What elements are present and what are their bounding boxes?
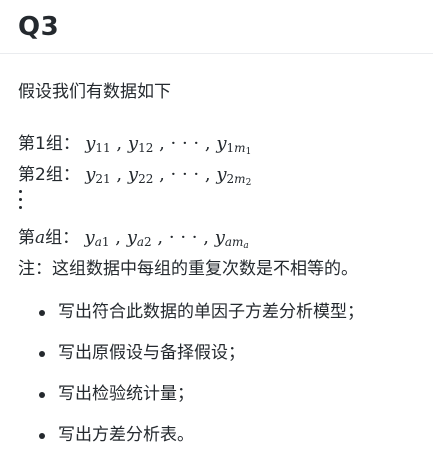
list-item: 写出方差分析表。 bbox=[0, 423, 364, 464]
group-row-a: 第a组： ya1 , ya2 , · · · , yama bbox=[18, 226, 249, 251]
list-item: 写出原假设与备择假设； bbox=[0, 341, 364, 382]
question-heading: Q3 bbox=[18, 12, 60, 42]
bullet-icon bbox=[39, 433, 45, 439]
group-label-1: 第1组： bbox=[18, 134, 80, 154]
task-list: 写出符合此数据的单因子方差分析模型； 写出原假设与备择假设； 写出检验统计量； … bbox=[0, 300, 364, 464]
group-row-2: 第2组： y21 , y22 , · · · , y2m2 bbox=[18, 163, 252, 188]
task-text-2: 写出原假设与备择假设； bbox=[58, 343, 245, 363]
group-label-a: 第a组： bbox=[18, 228, 80, 248]
list-item: 写出检验统计量； bbox=[0, 382, 364, 423]
vertical-ellipsis bbox=[18, 189, 24, 211]
bullet-icon bbox=[39, 351, 45, 357]
group-row-1: 第1组： y11 , y12 , · · · , y1m1 bbox=[18, 132, 252, 157]
group-values-2: y21 , y22 , · · · , y2m2 bbox=[85, 164, 252, 188]
group-values-1: y11 , y12 , · · · , y1m1 bbox=[85, 133, 252, 157]
list-item: 写出符合此数据的单因子方差分析模型； bbox=[0, 300, 364, 341]
task-text-4: 写出方差分析表。 bbox=[58, 425, 194, 445]
heading-divider bbox=[0, 53, 433, 54]
group-values-a: ya1 , ya2 , · · · , yama bbox=[84, 227, 249, 251]
task-text-3: 写出检验统计量； bbox=[58, 384, 194, 404]
note-text: 注：这组数据中每组的重复次数是不相等的。 bbox=[18, 259, 358, 279]
bullet-icon bbox=[39, 310, 45, 316]
intro-paragraph: 假设我们有数据如下 bbox=[18, 82, 171, 102]
bullet-icon bbox=[39, 392, 45, 398]
group-label-2: 第2组： bbox=[18, 165, 80, 185]
task-text-1: 写出符合此数据的单因子方差分析模型； bbox=[58, 302, 364, 322]
